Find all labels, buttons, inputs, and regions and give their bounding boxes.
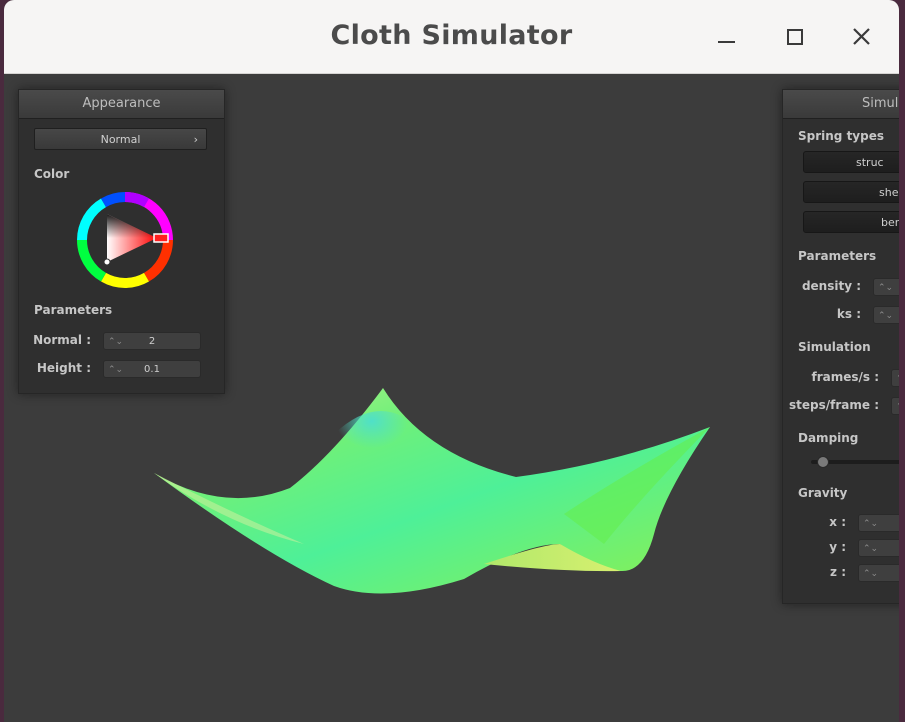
height-param-input[interactable]: ⌃⌄ 0.1 <box>103 360 201 378</box>
bending-spring-button[interactable]: bend <box>803 211 899 233</box>
spinner-icon[interactable]: ⌃⌄ <box>878 279 893 295</box>
normal-param-value: 2 <box>148 336 156 347</box>
density-input[interactable]: ⌃⌄ <box>873 278 899 296</box>
frames-per-second-label: frames/s : <box>811 370 879 384</box>
damping-label: Damping <box>798 431 859 445</box>
spinner-icon[interactable]: ⌃⌄ <box>108 333 123 349</box>
close-icon <box>853 28 870 45</box>
color-wheel[interactable] <box>77 192 173 288</box>
steps-per-frame-input[interactable]: ⌃⌄ <box>891 397 899 415</box>
gravity-x-label: x : <box>829 515 846 529</box>
window-title: Cloth Simulator <box>330 20 573 51</box>
hue-selector-handle <box>153 233 169 243</box>
chevron-right-icon: › <box>193 133 198 146</box>
simulation-panel: Simul Spring types struc shea bend Param… <box>782 89 899 604</box>
simulation-panel-header[interactable]: Simul <box>783 90 899 119</box>
density-label: density : <box>801 279 861 293</box>
steps-per-frame-label: steps/frame : <box>789 398 879 412</box>
structural-spring-button[interactable]: struc <box>803 151 899 173</box>
parameters-label: Parameters <box>34 303 113 317</box>
title-bar: Cloth Simulator <box>4 0 899 74</box>
normal-param-label: Normal : <box>33 333 91 347</box>
appearance-panel: Appearance Normal › Color Parameters Nor… <box>18 89 225 394</box>
close-button[interactable] <box>847 22 877 52</box>
app-window: Cloth Simulator Appearance Normal › Colo… <box>4 0 899 722</box>
sim-parameters-label: Parameters <box>798 249 877 263</box>
normal-param-input[interactable]: ⌃⌄ 2 <box>103 332 201 350</box>
gravity-x-input[interactable]: ⌃⌄ <box>858 514 899 532</box>
shader-dropdown-value: Normal <box>100 133 141 146</box>
gravity-label: Gravity <box>798 486 848 500</box>
spinner-icon[interactable]: ⌃⌄ <box>108 361 123 377</box>
minimize-button[interactable] <box>711 22 741 52</box>
appearance-panel-header[interactable]: Appearance <box>19 90 224 119</box>
ks-label: ks : <box>836 307 861 321</box>
shader-dropdown[interactable]: Normal › <box>34 128 207 150</box>
color-label: Color <box>34 167 70 181</box>
color-selector-handle <box>103 258 111 266</box>
spinner-icon[interactable]: ⌃⌄ <box>863 565 878 581</box>
gravity-y-input[interactable]: ⌃⌄ <box>858 539 899 557</box>
height-param-label: Height : <box>36 361 91 375</box>
spinner-icon[interactable]: ⌃⌄ <box>863 540 878 556</box>
maximize-button[interactable] <box>780 22 810 52</box>
spinner-icon[interactable]: ⌃⌄ <box>896 398 899 414</box>
spring-types-label: Spring types <box>798 129 885 143</box>
ks-input[interactable]: ⌃⌄ <box>873 306 899 324</box>
gravity-z-label: z : <box>830 565 846 579</box>
spinner-icon[interactable]: ⌃⌄ <box>896 370 899 386</box>
simulation-label: Simulation <box>798 340 871 354</box>
maximize-icon <box>787 29 803 45</box>
shear-spring-button[interactable]: shea <box>803 181 899 203</box>
gravity-z-input[interactable]: ⌃⌄ <box>858 564 899 582</box>
gravity-y-label: y : <box>829 540 846 554</box>
frames-per-second-input[interactable]: ⌃⌄ <box>891 369 899 387</box>
spinner-icon[interactable]: ⌃⌄ <box>878 307 893 323</box>
minimize-icon <box>718 41 735 43</box>
spinner-icon[interactable]: ⌃⌄ <box>863 515 878 531</box>
damping-slider-knob[interactable] <box>817 456 829 468</box>
height-param-value: 0.1 <box>144 364 160 375</box>
